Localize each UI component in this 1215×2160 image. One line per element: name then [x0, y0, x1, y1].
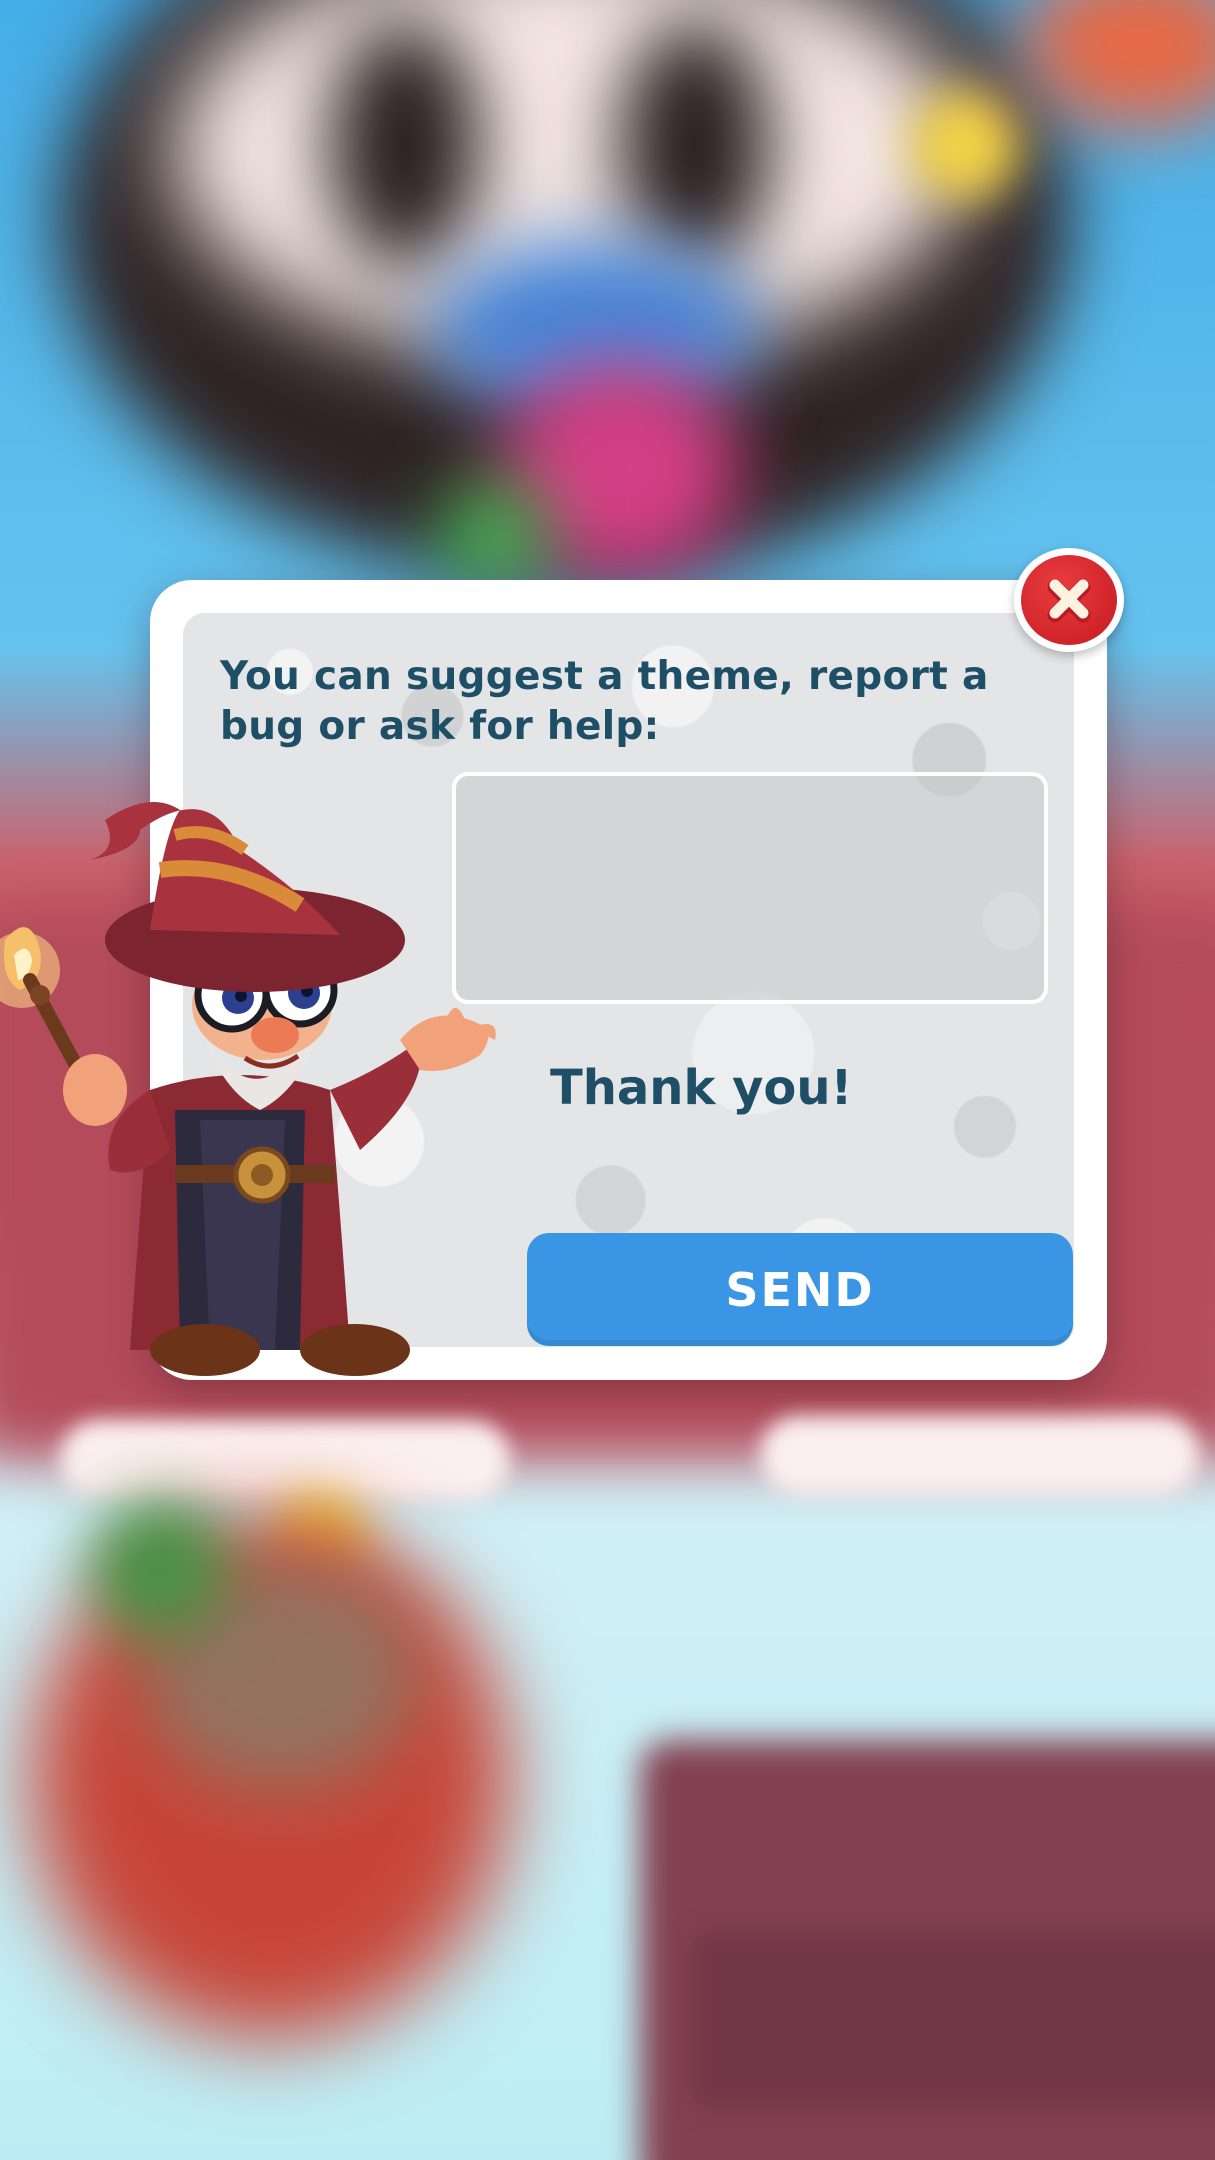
- close-button[interactable]: [1014, 548, 1124, 652]
- close-icon: [1047, 579, 1091, 623]
- send-button[interactable]: SEND: [527, 1233, 1073, 1346]
- feedback-prompt: You can suggest a theme, report a bug or…: [220, 654, 989, 749]
- thank-you-text: Thank you!: [550, 1060, 853, 1116]
- wizard-mascot-icon: [0, 802, 496, 1376]
- feedback-message-input[interactable]: [452, 772, 1048, 1004]
